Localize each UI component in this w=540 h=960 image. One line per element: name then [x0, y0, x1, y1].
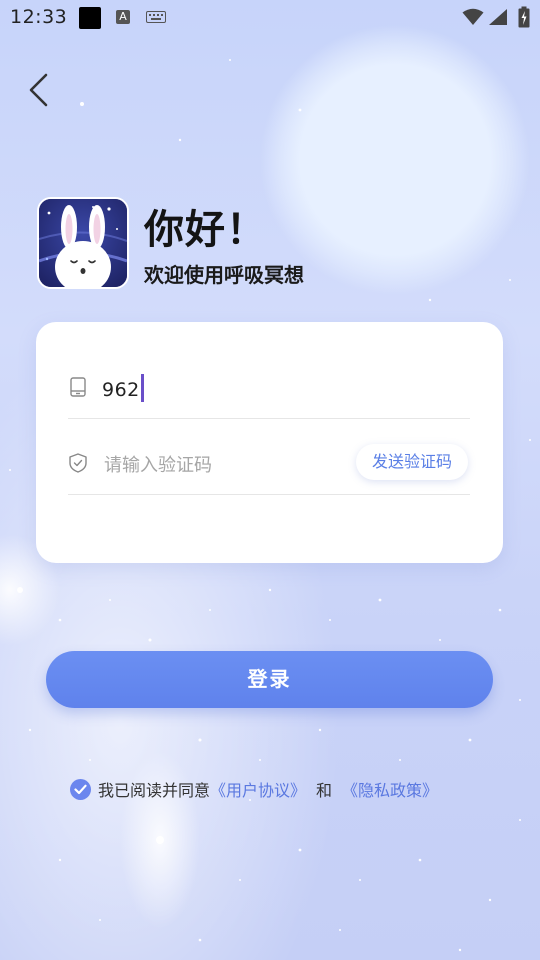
verification-code-input[interactable]: 请输入验证码	[104, 451, 212, 477]
phone-input-value: 962	[102, 379, 140, 401]
chevron-left-icon	[29, 73, 48, 107]
privacy-policy-link[interactable]: 《隐私政策》	[342, 777, 438, 801]
text-caret	[140, 374, 144, 402]
user-agreement-link[interactable]: 《用户协议》	[210, 777, 306, 801]
verification-code-field[interactable]: 请输入验证码 发送验证码	[68, 434, 470, 495]
agreement-text: 我已阅读并同意	[98, 781, 211, 800]
notification-black-square	[79, 7, 101, 29]
a-icon: A	[116, 10, 130, 24]
status-time: 12:33	[10, 6, 68, 28]
login-screen: 12:33 A 你好！ 欢迎使用呼吸冥想 962 请输入验证码 发送验证码 登录…	[0, 0, 540, 960]
checkmark-icon	[74, 784, 87, 794]
status-bar: 12:33 A	[0, 0, 540, 36]
back-button[interactable]	[24, 72, 56, 108]
phone-field[interactable]: 962	[68, 358, 470, 419]
keyboard-icon	[146, 11, 166, 23]
phone-icon	[70, 377, 86, 397]
send-code-button[interactable]: 发送验证码	[356, 444, 468, 480]
agreement-and-text: 和	[316, 781, 333, 800]
shield-check-icon	[69, 453, 87, 473]
agreement-checkbox[interactable]	[70, 778, 91, 800]
agreement-row: 我已阅读并同意 《用户协议》 和 《隐私政策》	[70, 776, 438, 802]
greeting-title: 你好！	[144, 207, 267, 253]
login-card: 962 请输入验证码 发送验证码	[36, 322, 503, 563]
signal-icon	[489, 9, 507, 25]
greeting-subtitle: 欢迎使用呼吸冥想	[144, 263, 304, 287]
rabbit-logo	[37, 197, 129, 289]
wifi-icon	[462, 8, 484, 25]
battery-icon	[518, 6, 530, 28]
phone-input[interactable]: 962	[102, 374, 144, 402]
login-button[interactable]: 登录	[46, 651, 493, 708]
